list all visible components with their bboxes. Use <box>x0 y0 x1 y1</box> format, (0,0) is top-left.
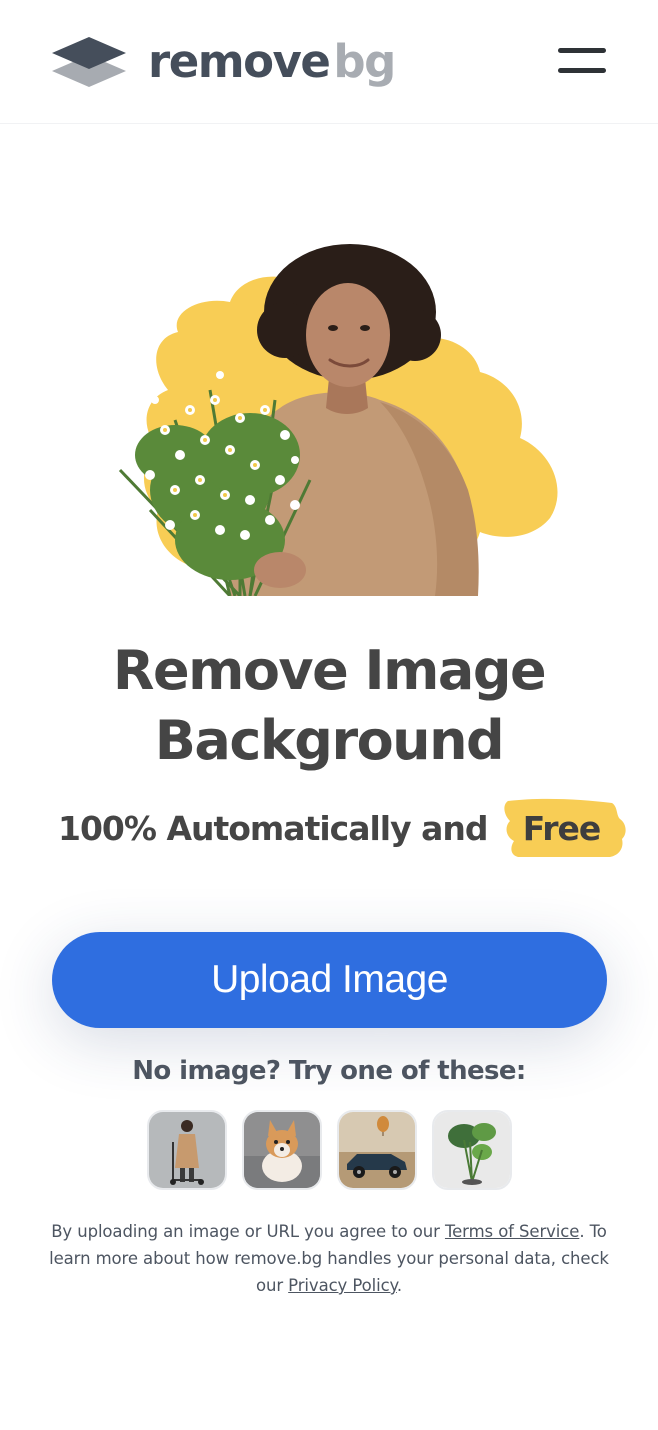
sample-plant-thumbnail[interactable] <box>432 1110 512 1190</box>
hero-image <box>80 240 570 596</box>
logo-bg-text: bg <box>333 34 396 88</box>
menu-line-icon <box>558 68 606 73</box>
sample-dog-thumbnail[interactable] <box>242 1110 322 1190</box>
legal-text-1: By uploading an image or URL you agree t… <box>51 1222 440 1241</box>
title-line-1: Remove Image <box>112 639 547 702</box>
upload-image-button[interactable]: Upload Image <box>52 932 607 1028</box>
legal-text-3: . <box>396 1276 403 1295</box>
sample-car-thumbnail[interactable] <box>337 1110 417 1190</box>
corgi-dog-image <box>244 1112 320 1188</box>
sample-woman-scooter-thumbnail[interactable] <box>147 1110 227 1190</box>
free-text: Free <box>522 808 601 848</box>
vintage-car-image <box>339 1112 415 1188</box>
logo-remove-text: remove <box>148 34 331 88</box>
sample-images-list <box>147 1110 512 1190</box>
legal-notice: By uploading an image or URL you agree t… <box>40 1218 618 1299</box>
sample-images-label: No image? Try one of these: <box>132 1056 526 1086</box>
subtitle: 100% Automatically and Free <box>58 798 630 858</box>
logo-mark-icon <box>52 37 126 87</box>
page-title: Remove Image Background <box>0 636 658 776</box>
site-header: removebg <box>0 0 658 124</box>
subtitle-text: 100% Automatically and <box>58 808 488 848</box>
logo[interactable]: removebg <box>50 32 396 90</box>
free-badge: Free <box>500 797 630 859</box>
potted-plant-image <box>434 1112 510 1188</box>
hamburger-menu-button[interactable] <box>556 44 608 78</box>
face-shape <box>306 283 390 387</box>
woman-scooter-image <box>149 1112 225 1188</box>
logo-wordmark: removebg <box>148 39 396 84</box>
terms-of-service-link[interactable]: Terms of Service <box>445 1222 579 1241</box>
menu-line-icon <box>558 48 606 53</box>
privacy-policy-link[interactable]: Privacy Policy <box>288 1276 397 1295</box>
title-line-2: Background <box>154 709 505 772</box>
hero-illustration <box>118 244 558 596</box>
